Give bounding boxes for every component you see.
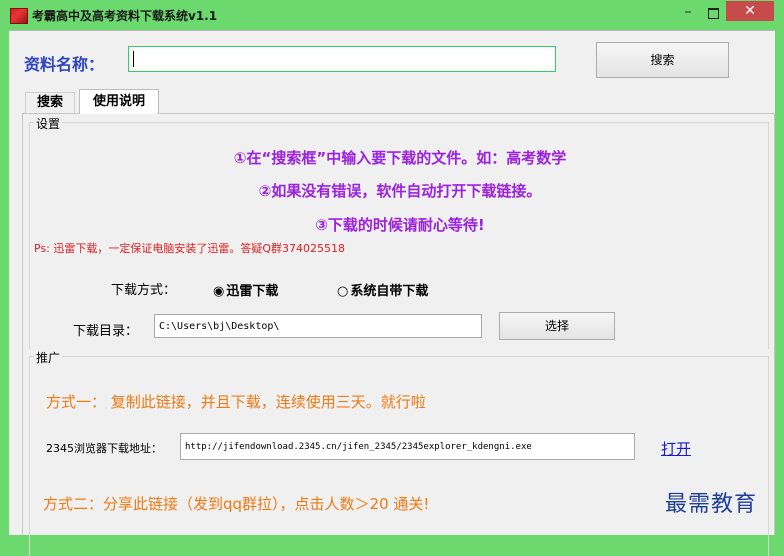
minimize-icon: – bbox=[684, 4, 692, 20]
radio-thunder-download[interactable]: ◉ 迅雷下载 bbox=[213, 280, 278, 299]
radio-unselected-icon: ○ bbox=[337, 284, 349, 299]
download-method-label: 下载方式： bbox=[111, 283, 177, 298]
watermark: 最需教育 bbox=[665, 492, 758, 517]
resource-name-label: 资料名称： bbox=[24, 55, 105, 74]
close-button[interactable]: ✕ bbox=[726, 1, 774, 21]
usage-guide-panel: 设置 ①在“搜索框”中输入要下载的文件。如：高考数学 ②如果没有错误，软件自动打… bbox=[22, 113, 775, 556]
radio-selected-icon: ◉ bbox=[213, 284, 225, 299]
app-window: 考霸高中及高考资料下载系统v1.1 – ✕ 资料名称： 搜索 搜索 使用说明 设… bbox=[0, 0, 784, 556]
promo-method-1: 方式一： 复制此链接，并且下载，连续使用三天。就行啦 bbox=[46, 393, 426, 411]
tab-usage-guide[interactable]: 使用说明 bbox=[79, 89, 159, 114]
settings-group-title: 设置 bbox=[34, 115, 63, 132]
promo-group: 推广 方式一： 复制此链接，并且下载，连续使用三天。就行啦 2345浏览器下载地… bbox=[29, 349, 769, 556]
search-button[interactable]: 搜索 bbox=[596, 42, 729, 78]
instruction-line-3: ③下载的时候请耐心等待! bbox=[315, 216, 485, 234]
app-logo-icon bbox=[10, 8, 28, 24]
choose-dir-button[interactable]: 选择 bbox=[499, 312, 615, 340]
download-dir-label: 下载目录： bbox=[73, 324, 139, 339]
close-icon: ✕ bbox=[744, 3, 756, 19]
radio-system-download[interactable]: ○ 系统自带下载 bbox=[337, 280, 428, 299]
minimize-button[interactable]: – bbox=[676, 2, 700, 24]
open-link[interactable]: 打开 bbox=[661, 438, 691, 459]
tab-search[interactable]: 搜索 bbox=[25, 92, 75, 113]
browser-download-label: 2345浏览器下载地址： bbox=[46, 442, 162, 455]
radio-system-label: 系统自带下载 bbox=[350, 284, 429, 299]
client-area: 资料名称： 搜索 搜索 使用说明 设置 ①在“搜索框”中输入要下载的文件。如：高… bbox=[9, 30, 775, 556]
browser-url-input[interactable] bbox=[180, 433, 635, 460]
window-title: 考霸高中及高考资料下载系统v1.1 bbox=[32, 9, 218, 23]
instruction-line-1: ①在“搜索框”中输入要下载的文件。如：高考数学 bbox=[233, 149, 567, 167]
maximize-button[interactable] bbox=[700, 2, 726, 24]
maximize-icon bbox=[707, 8, 719, 19]
text-caret bbox=[133, 51, 134, 67]
title-bar[interactable]: 考霸高中及高考资料下载系统v1.1 – ✕ bbox=[0, 0, 784, 30]
settings-group: 设置 ①在“搜索框”中输入要下载的文件。如：高考数学 ②如果没有错误，软件自动打… bbox=[29, 115, 769, 349]
promo-group-title: 推广 bbox=[34, 349, 63, 366]
instruction-line-2: ②如果没有错误，软件自动打开下载链接。 bbox=[258, 182, 542, 200]
promo-method-2: 方式二：分享此链接（发到qq群拉），点击人数＞20 通关! bbox=[43, 495, 430, 513]
radio-thunder-label: 迅雷下载 bbox=[226, 284, 279, 299]
download-dir-input[interactable] bbox=[154, 314, 482, 338]
ps-note: Ps: 迅雷下载，一定保证电脑安装了迅雷。答疑Q群374025518 bbox=[34, 242, 346, 255]
search-input[interactable] bbox=[128, 46, 556, 72]
